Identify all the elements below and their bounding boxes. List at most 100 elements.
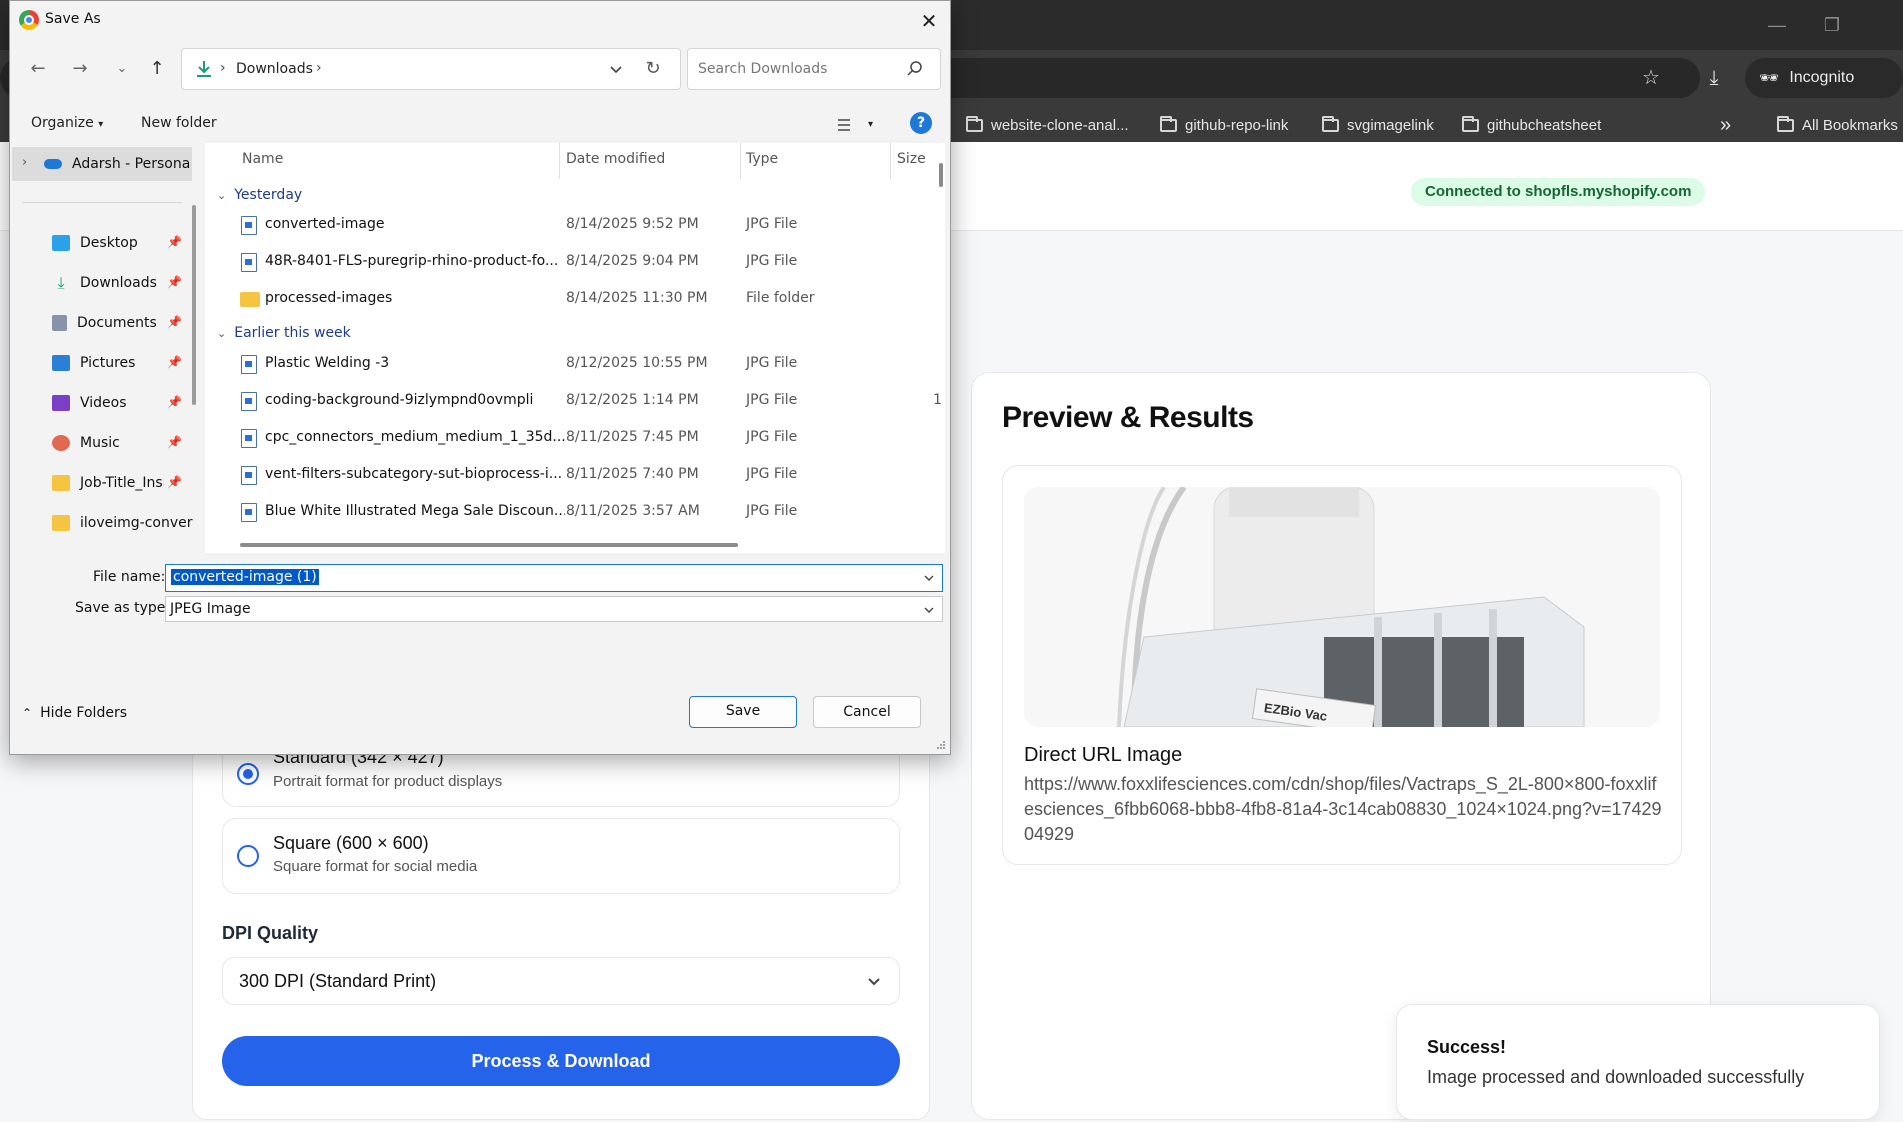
group-header-earlier-this-week[interactable]: ⌄ Earlier this week: [217, 325, 351, 341]
recent-locations-chevron-icon[interactable]: ⌄: [110, 57, 134, 81]
pin-icon[interactable]: 📌: [167, 475, 182, 489]
chevron-down-icon[interactable]: [922, 603, 936, 617]
restore-icon[interactable]: ❐: [1815, 8, 1849, 42]
preview-title: Preview & Results: [1002, 401, 1254, 434]
new-folder-button[interactable]: New folder: [141, 115, 217, 131]
column-divider[interactable]: [559, 143, 560, 179]
file-name-field[interactable]: converted-image (1): [165, 564, 943, 592]
incognito-button[interactable]: 🕶 Incognito: [1745, 58, 1903, 98]
toast-title: Success!: [1427, 1037, 1507, 1057]
save-as-type-label: Save as type:: [75, 600, 171, 616]
radio-selected[interactable]: [237, 763, 259, 785]
column-divider[interactable]: [740, 143, 741, 179]
folder-icon: [1322, 115, 1339, 132]
pin-icon[interactable]: 📌: [167, 315, 182, 329]
bookmark-star-icon[interactable]: ☆: [1637, 64, 1665, 92]
hide-folders-button[interactable]: ⌃ Hide Folders: [22, 705, 127, 721]
column-divider[interactable]: [890, 143, 891, 179]
organize-menu[interactable]: Organize ▾: [31, 115, 103, 131]
path-separator[interactable]: ›: [316, 60, 322, 76]
search-input[interactable]: Search Downloads: [687, 48, 941, 90]
file-type: File folder: [746, 290, 815, 306]
nav-scrollbar[interactable]: [192, 205, 196, 405]
save-as-type-select[interactable]: JPEG Image: [165, 596, 943, 622]
file-list-horizontal-scrollbar[interactable]: [240, 543, 738, 547]
caret-down-icon: ▾: [98, 119, 104, 130]
resize-grip-icon[interactable]: [936, 740, 946, 750]
file-row[interactable]: vent-filters-subcategory-sut-bioprocess-…: [205, 458, 927, 492]
expand-chevron-icon[interactable]: ›: [22, 155, 27, 170]
jpg-file-icon: [241, 216, 257, 235]
column-header-size[interactable]: Size: [897, 151, 926, 167]
file-date: 8/11/2025 7:45 PM: [566, 429, 699, 445]
all-bookmarks-button[interactable]: All Bookmarks: [1777, 114, 1898, 136]
minimize-icon[interactable]: —: [1760, 8, 1794, 42]
radio-unselected[interactable]: [237, 845, 259, 867]
group-header-yesterday[interactable]: ⌄ Yesterday: [217, 187, 302, 203]
process-download-button[interactable]: Process & Download: [222, 1036, 900, 1086]
file-date: 8/12/2025 10:55 PM: [566, 355, 708, 371]
refresh-icon[interactable]: ↻: [642, 58, 664, 80]
file-date: 8/12/2025 1:14 PM: [566, 392, 699, 408]
column-header-type[interactable]: Type: [746, 151, 778, 167]
save-as-dialog: Save As ✕ ← → ⌄ ↑ › Downloads › ↻ Search…: [9, 0, 951, 755]
bookmark-item[interactable]: github-repo-link: [1160, 114, 1288, 136]
help-icon[interactable]: ?: [910, 112, 932, 134]
file-name-label: File name:: [93, 569, 166, 585]
nav-item-job-title[interactable]: Job-Title_Insi: [52, 471, 164, 495]
file-row[interactable]: Plastic Welding -3 8/12/2025 10:55 PM JP…: [205, 347, 927, 381]
cancel-button[interactable]: Cancel: [813, 696, 921, 728]
nav-item-content: Adarsh - Persona: [44, 152, 192, 176]
folder-icon: [1462, 115, 1479, 132]
column-header-name[interactable]: Name: [242, 151, 283, 167]
dialog-title: Save As: [45, 11, 101, 27]
file-date: 8/14/2025 9:52 PM: [566, 216, 699, 232]
nav-divider: [22, 202, 182, 203]
column-header-date[interactable]: Date modified: [566, 151, 665, 167]
view-options-icon[interactable]: [836, 116, 856, 134]
up-arrow-icon[interactable]: ↑: [145, 57, 169, 81]
nav-item-onedrive[interactable]: › Adarsh - Persona: [12, 147, 192, 181]
file-row[interactable]: converted-image 8/14/2025 9:52 PM JPG Fi…: [205, 208, 927, 242]
caret-down-icon[interactable]: ▾: [868, 119, 873, 130]
dialog-titlebar[interactable]: Save As ✕: [10, 1, 950, 39]
file-row[interactable]: processed-images 8/14/2025 11:30 PM File…: [205, 282, 927, 316]
path-bar[interactable]: › Downloads › ↻: [181, 48, 681, 90]
chevron-down-icon[interactable]: [922, 571, 936, 585]
pin-icon[interactable]: 📌: [167, 395, 182, 409]
chevron-down-icon[interactable]: [606, 59, 626, 79]
dialog-footer: ⌃ Hide Folders Save Cancel: [10, 679, 950, 754]
pin-icon[interactable]: 📌: [167, 435, 182, 449]
dpi-select[interactable]: 300 DPI (Standard Print): [222, 957, 900, 1005]
bookmark-item[interactable]: website-clone-anal...: [966, 114, 1129, 136]
forward-arrow-icon[interactable]: →: [68, 57, 92, 81]
documents-icon: [52, 315, 67, 331]
file-row[interactable]: 48R-8401-FLS-puregrip-rhino-product-fo..…: [205, 245, 927, 279]
close-icon[interactable]: ✕: [915, 7, 943, 35]
size-option-square[interactable]: Square (600 × 600) Square format for soc…: [222, 818, 900, 894]
file-list-vertical-scrollbar[interactable]: [939, 163, 943, 187]
file-name: processed-images: [265, 290, 393, 306]
bookmark-item[interactable]: svgimagelink: [1322, 114, 1434, 136]
direct-url-link[interactable]: https://www.foxxlifesciences.com/cdn/sho…: [1024, 772, 1664, 847]
file-row[interactable]: Blue White Illustrated Mega Sale Discoun…: [205, 495, 927, 529]
more-bookmarks-label: »: [1720, 113, 1732, 136]
dpi-label: DPI Quality: [222, 923, 319, 943]
nav-item-iloveimg[interactable]: iloveimg-conver: [52, 511, 200, 535]
downloads-icon[interactable]: ⤓: [1700, 64, 1728, 92]
command-bar: Organize ▾ New folder ▾ ?: [10, 107, 950, 143]
more-bookmarks-button[interactable]: »: [1720, 114, 1731, 136]
bookmark-item[interactable]: githubcheatsheet: [1462, 114, 1601, 136]
file-date: 8/14/2025 9:04 PM: [566, 253, 699, 269]
nav-item-label: Adarsh - Persona: [72, 156, 191, 172]
pin-icon[interactable]: 📌: [167, 275, 182, 289]
file-row[interactable]: cpc_connectors_medium_medium_1_35d... 8/…: [205, 421, 927, 455]
file-row[interactable]: coding-background-9izlympnd0ovmpli 8/12/…: [205, 384, 942, 418]
jpg-file-icon: [241, 503, 257, 522]
save-button[interactable]: Save: [689, 696, 797, 728]
pin-icon[interactable]: 📌: [167, 355, 182, 369]
file-type: JPG File: [746, 503, 798, 519]
back-arrow-icon[interactable]: ←: [26, 57, 50, 81]
pin-icon[interactable]: 📌: [167, 235, 182, 249]
path-segment-downloads[interactable]: Downloads: [236, 61, 313, 77]
